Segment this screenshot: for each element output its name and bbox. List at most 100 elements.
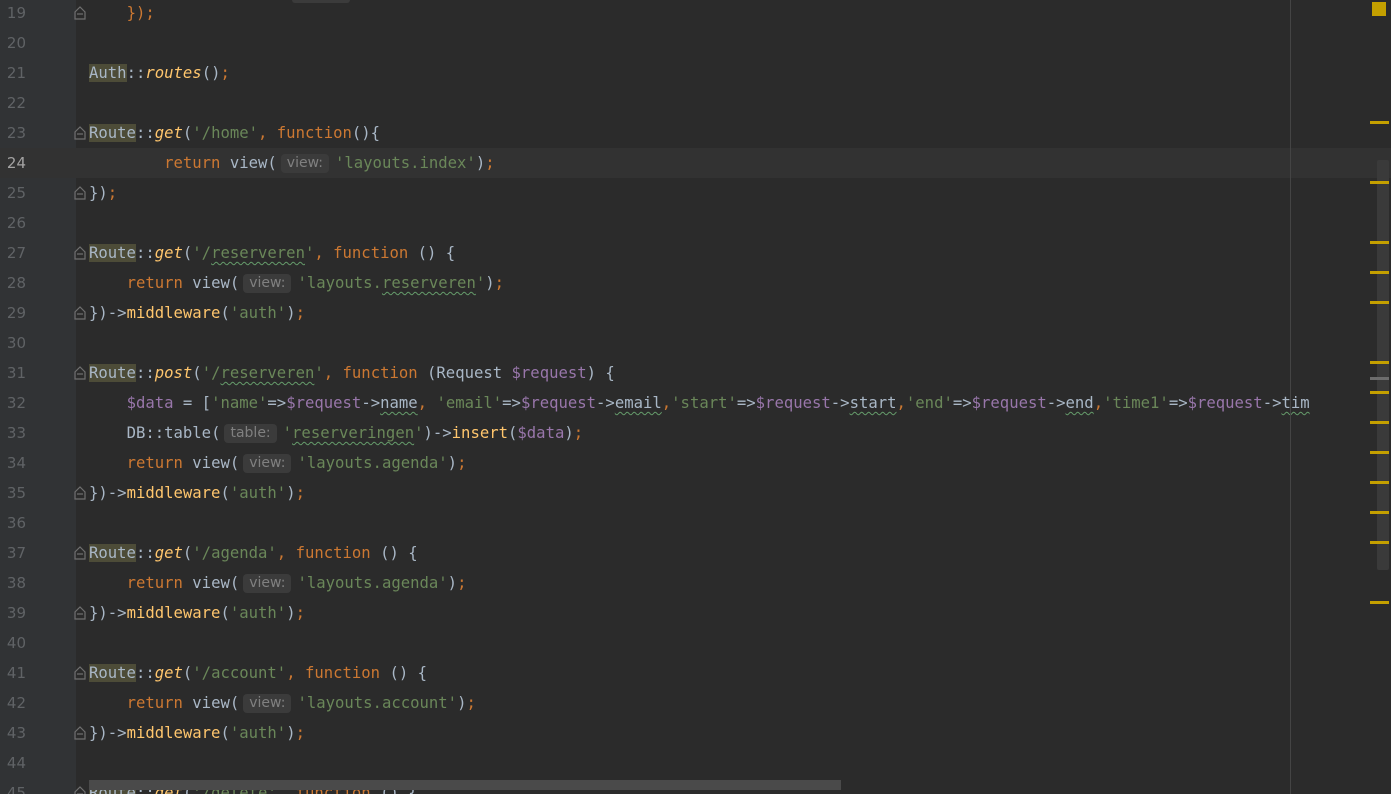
fold-bracket-icon[interactable] xyxy=(74,305,86,320)
code-line[interactable]: 28 return view(view: 'layouts.reserveren'… xyxy=(0,268,1391,298)
variable: $request xyxy=(971,394,1047,412)
code-text[interactable]: })->middleware('auth'); xyxy=(89,723,305,743)
code-line[interactable]: 35})->middleware('auth'); xyxy=(0,478,1391,508)
punctuation: (){ xyxy=(351,124,381,142)
code-line[interactable]: 32 $data = ['name'=>$request->name, 'ema… xyxy=(0,388,1391,418)
line-number: 36 xyxy=(6,514,26,532)
code-line[interactable]: 33 DB::table(table:'reserveringen')->ins… xyxy=(0,418,1391,448)
code-line[interactable]: 21 Auth::routes(); xyxy=(0,58,1391,88)
code-line[interactable]: 24 return view(view: 'layouts.index'); xyxy=(0,148,1391,178)
code-text[interactable]: })->middleware('auth'); xyxy=(89,483,305,503)
property: email xyxy=(614,394,662,412)
semicolon: ; xyxy=(485,154,495,172)
code-line[interactable]: 19 }); xyxy=(0,0,1391,28)
fold-bracket-icon[interactable] xyxy=(74,725,86,740)
punctuation: ( xyxy=(220,604,230,622)
code-text[interactable]: return view(view: 'layouts.index'); xyxy=(89,153,495,173)
code-text[interactable]: Route::get('/reserveren', function () { xyxy=(89,243,455,263)
error-stripe-mark[interactable] xyxy=(1370,301,1389,304)
error-stripe-mark[interactable] xyxy=(1370,181,1389,184)
code-line[interactable]: 40 xyxy=(0,628,1391,658)
code-line[interactable]: 41 Route::get('/account', function () { xyxy=(0,658,1391,688)
class-name: Route xyxy=(89,364,136,382)
semicolon: ; xyxy=(457,574,467,592)
code-line[interactable]: 43})->middleware('auth'); xyxy=(0,718,1391,748)
code-line[interactable]: 20 xyxy=(0,28,1391,58)
code-line[interactable]: 22 xyxy=(0,88,1391,118)
code-text[interactable]: Route::post('/reserveren', function (Req… xyxy=(89,363,615,383)
keyword: return xyxy=(126,694,183,712)
code-line[interactable]: 29})->middleware('auth'); xyxy=(0,298,1391,328)
punctuation: :: xyxy=(135,544,155,562)
code-text[interactable]: Route::get('/account', function () { xyxy=(89,663,427,683)
code-line[interactable]: 37 Route::get('/agenda', function () { xyxy=(0,538,1391,568)
code-text[interactable]: return view(view: 'layouts.agenda'); xyxy=(89,573,466,593)
code-line[interactable]: 38 return view(view: 'layouts.agenda'); xyxy=(0,568,1391,598)
code-text[interactable]: return view(view: 'layouts.agenda'); xyxy=(89,453,466,473)
fold-bracket-icon[interactable] xyxy=(74,545,86,560)
punctuation: ( xyxy=(220,724,230,742)
fold-bracket-icon[interactable] xyxy=(74,245,86,260)
code-text[interactable]: Route::get('/agenda', function () { xyxy=(89,543,418,563)
code-text[interactable]: Auth::routes(); xyxy=(89,63,230,83)
fold-bracket-icon[interactable] xyxy=(74,365,86,380)
code-line[interactable]: 25}); xyxy=(0,178,1391,208)
code-text[interactable]: Route::get('/home', function(){ xyxy=(89,123,380,143)
code-text[interactable]: }); xyxy=(89,3,155,23)
code-text[interactable]: return view(view: 'layouts.reserveren'); xyxy=(89,273,504,293)
error-stripe-mark[interactable] xyxy=(1370,601,1389,604)
code-line[interactable]: 26 xyxy=(0,208,1391,238)
error-stripe-mark[interactable] xyxy=(1370,451,1389,454)
fold-bracket-icon[interactable] xyxy=(74,785,86,794)
error-stripe-mark[interactable] xyxy=(1370,391,1389,394)
error-stripe-mark[interactable] xyxy=(1370,121,1389,124)
code-text[interactable]: }); xyxy=(89,183,117,203)
fold-bracket-icon[interactable] xyxy=(74,5,86,20)
code-line[interactable]: 36 xyxy=(0,508,1391,538)
code-text[interactable]: DB::table(table:'reserveringen')->insert… xyxy=(89,423,583,443)
horizontal-scrollbar[interactable] xyxy=(89,780,841,790)
code-line[interactable]: 42 return view(view:'layouts.account'); xyxy=(0,688,1391,718)
code-line[interactable]: 34 return view(view: 'layouts.agenda'); xyxy=(0,448,1391,478)
fold-bracket-icon[interactable] xyxy=(74,185,86,200)
code-text[interactable]: })->middleware('auth'); xyxy=(89,603,305,623)
punctuation: -> xyxy=(830,394,850,412)
comma: , xyxy=(258,124,277,142)
warning-status-icon[interactable] xyxy=(1372,2,1386,16)
code-text[interactable]: $data = ['name'=>$request->name, 'email'… xyxy=(89,393,1310,413)
punctuation: => xyxy=(952,394,972,412)
punctuation: ) xyxy=(286,484,296,502)
code-line[interactable]: 44 xyxy=(0,748,1391,778)
error-stripe-mark[interactable] xyxy=(1370,241,1389,244)
method-call: middleware xyxy=(126,604,221,622)
string-literal: 'layouts.account' xyxy=(297,694,458,712)
code-text[interactable]: return view(view:'layouts.account'); xyxy=(89,693,476,713)
semicolon: ; xyxy=(457,454,467,472)
error-stripe-mark[interactable] xyxy=(1370,511,1389,514)
error-stripe-mark[interactable] xyxy=(1370,421,1389,424)
error-stripe[interactable] xyxy=(1369,0,1391,794)
punctuation: ( xyxy=(508,424,518,442)
error-stripe-mark[interactable] xyxy=(1370,377,1389,380)
error-stripe-mark[interactable] xyxy=(1370,541,1389,544)
error-stripe-mark[interactable] xyxy=(1370,481,1389,484)
punctuation: })-> xyxy=(89,724,127,742)
class-name: Route xyxy=(89,244,136,262)
code-line[interactable]: 39})->middleware('auth'); xyxy=(0,598,1391,628)
code-line[interactable]: 23 Route::get('/home', function(){ xyxy=(0,118,1391,148)
code-line[interactable]: 30 xyxy=(0,328,1391,358)
code-text[interactable]: })->middleware('auth'); xyxy=(89,303,305,323)
fold-bracket-icon[interactable] xyxy=(74,665,86,680)
comma: , xyxy=(417,394,437,412)
fold-bracket-icon[interactable] xyxy=(74,605,86,620)
code-line[interactable]: 31 Route::post('/reserveren', function (R… xyxy=(0,358,1391,388)
code-editor[interactable]: 19 }); 20 21 Auth::routes(); 22 23 Route::get(… xyxy=(0,0,1391,794)
fold-bracket-icon[interactable] xyxy=(74,125,86,140)
error-stripe-mark[interactable] xyxy=(1370,361,1389,364)
comma: , xyxy=(1093,394,1104,412)
static-method: get xyxy=(154,124,183,142)
error-stripe-mark[interactable] xyxy=(1370,271,1389,274)
code-line[interactable]: 27 Route::get('/reserveren', function () … xyxy=(0,238,1391,268)
fold-bracket-icon[interactable] xyxy=(74,485,86,500)
